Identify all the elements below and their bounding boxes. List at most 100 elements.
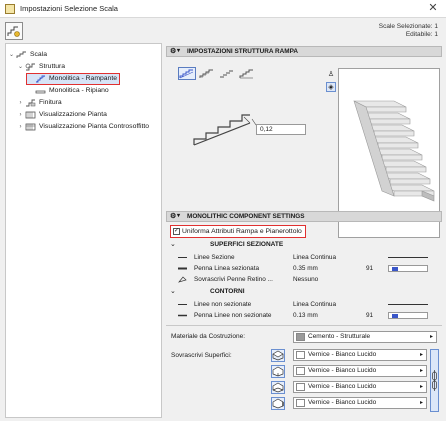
uniform-attributes-checkbox[interactable]: ✓ Uniforma Attributi Rampa e Pianerottol… <box>170 225 306 238</box>
prop-value[interactable]: Linea Continua <box>293 300 336 309</box>
view-user-icon[interactable]: ♙ <box>326 70 336 80</box>
tree-item-visualizzazione-controsoffitto[interactable]: › Visualizzazione Pianta Controsoffitto <box>17 122 149 132</box>
surface-value: Vernice - Bianco Lucido <box>308 399 377 406</box>
cut-section-collapse-icon[interactable]: ⌄ <box>170 240 176 248</box>
prop-value[interactable]: Nessuno <box>293 275 318 284</box>
line-preview <box>388 257 428 258</box>
component-section-header[interactable]: ▾ ⚙ MONOLITHIC COMPONENT SETTINGS <box>166 211 442 222</box>
expand-arrow-icon[interactable]: ⌄ <box>17 62 24 72</box>
outline-title: CONTORNI <box>210 288 245 295</box>
tree-item-monolitica-ripiano[interactable]: Monolitica - Ripiano <box>27 86 109 96</box>
expand-arrow-icon[interactable]: ⌄ <box>8 50 15 60</box>
prop-row-uncut-pen[interactable]: Penna Linee non sezionate 0.13 mm 91 <box>178 311 436 320</box>
pen-color-swatch[interactable] <box>388 312 428 319</box>
pen-icon <box>178 314 187 317</box>
tree-item-scala[interactable]: ⌄ Scala <box>8 50 47 60</box>
pen-number[interactable]: 91 <box>366 311 373 320</box>
material-label: Materiale da Costruzione: <box>171 333 246 340</box>
top-face-icon <box>272 350 284 361</box>
outline-section-collapse-icon[interactable]: ⌄ <box>170 287 176 295</box>
prop-value[interactable]: Linea Continua <box>293 253 336 262</box>
line-type-icon <box>178 304 187 305</box>
prop-value[interactable]: 0.13 mm <box>293 311 318 320</box>
settings-tree: ⌄ Scala ⌄ Struttura Monolitica - Rampant… <box>5 43 162 418</box>
pen-number[interactable]: 91 <box>366 264 373 273</box>
prop-label: Sovrascrivi Penne Retino ... <box>194 276 273 283</box>
stair-type-cantilever-button[interactable] <box>218 67 236 80</box>
stair-type-beam-button[interactable] <box>238 67 256 80</box>
prop-value[interactable]: 0.35 mm <box>293 264 318 273</box>
chain-link-icon <box>432 370 437 391</box>
paint-swatch-icon <box>296 351 305 359</box>
dropdown-arrow-icon: ▸ <box>419 352 423 358</box>
concrete-swatch-icon <box>296 333 305 341</box>
collapsed-arrow-icon[interactable]: › <box>17 98 24 108</box>
pen-color-swatch[interactable] <box>388 265 428 272</box>
line-type-icon <box>178 257 187 258</box>
prop-row-uncut-lines[interactable]: Linee non sezionate Linea Continua <box>178 300 436 309</box>
surface-dropdown-3[interactable]: Vernice - Bianco Lucido ▸ <box>293 381 427 393</box>
structure-header-title: IMPOSTAZIONI STRUTTURA RAMPA <box>187 48 298 55</box>
beam-stair-icon <box>239 69 253 79</box>
tree-item-monolitica-rampante[interactable]: Monolitica - Rampante <box>26 73 120 85</box>
close-button[interactable]: ✕ <box>426 2 440 15</box>
editable-count: Editabile: 1 <box>405 31 438 38</box>
surface-value: Vernice - Bianco Lucido <box>308 383 377 390</box>
tree-item-label: Visualizzazione Pianta <box>39 111 107 118</box>
pen-icon <box>178 267 187 270</box>
material-value: Cemento - Strutturale <box>308 333 371 340</box>
paint-swatch-icon <box>296 367 305 375</box>
collapsed-arrow-icon[interactable]: › <box>17 110 24 120</box>
side-face-icon <box>272 366 284 377</box>
checkbox-checked-icon[interactable]: ✓ <box>173 228 180 235</box>
selection-toolbar: Scale Selezionate: 1 Editabile: 1 <box>0 18 446 42</box>
title-bar: Impostazioni Selezione Scala ✕ <box>0 0 446 18</box>
stair-type-monolithic-button[interactable] <box>178 67 196 80</box>
tree-item-label: Visualizzazione Pianta Controsoffitto <box>39 123 150 130</box>
finish-icon <box>26 99 36 107</box>
override-top-face-button[interactable] <box>271 349 285 362</box>
paint-swatch-icon <box>296 383 305 391</box>
collapse-triangle-icon[interactable]: ▾ <box>177 47 180 56</box>
override-bottom-face-button[interactable] <box>271 381 285 394</box>
tree-item-label: Scala <box>30 51 48 58</box>
landing-icon <box>35 90 46 94</box>
line-preview <box>388 304 428 305</box>
prop-label: Linee Sezione <box>194 254 235 261</box>
structure-section-header[interactable]: ▾ ⚙ IMPOSTAZIONI STRUTTURA RAMPA <box>166 46 442 57</box>
surface-value: Vernice - Bianco Lucido <box>308 367 377 374</box>
dropdown-arrow-icon: ▸ <box>419 400 423 406</box>
tree-item-label: Finitura <box>39 99 62 106</box>
view-3d-icon[interactable]: ◈ <box>326 82 336 92</box>
collapsed-arrow-icon[interactable]: › <box>17 122 24 132</box>
fill-pen-icon <box>178 276 187 283</box>
override-edge-face-button[interactable] <box>271 397 285 410</box>
paint-swatch-icon <box>296 399 305 407</box>
surface-dropdown-1[interactable]: Vernice - Bianco Lucido ▸ <box>293 349 427 361</box>
tree-item-struttura[interactable]: ⌄ Struttura <box>17 62 65 72</box>
link-surfaces-toggle[interactable] <box>430 349 439 412</box>
cantilever-stair-icon <box>220 70 233 78</box>
tree-item-label: Monolitica - Rampante <box>49 75 117 82</box>
dropdown-arrow-icon: ▸ <box>419 384 423 390</box>
collapse-triangle-icon[interactable]: ▾ <box>177 212 180 221</box>
thickness-input[interactable]: 0,12 <box>256 124 306 135</box>
surface-dropdown-2[interactable]: Vernice - Bianco Lucido ▸ <box>293 365 427 377</box>
prop-row-fill-pens[interactable]: Sovrascrivi Penne Retino ... Nessuno <box>178 275 436 284</box>
material-dropdown[interactable]: Cemento - Strutturale ▸ <box>293 331 437 343</box>
window-title: Impostazioni Selezione Scala <box>20 4 118 13</box>
prop-row-cut-pen[interactable]: Penna Linea sezionata 0.35 mm 91 <box>178 264 436 273</box>
tree-item-visualizzazione-pianta[interactable]: › Visualizzazione Pianta <box>17 110 107 120</box>
monolithic-stair-icon <box>179 69 194 79</box>
stair-app-icon <box>5 4 15 14</box>
surface-dropdown-4[interactable]: Vernice - Bianco Lucido ▸ <box>293 397 427 409</box>
flight-icon <box>35 75 46 83</box>
plan-icon <box>25 111 36 119</box>
override-side-face-button[interactable] <box>271 365 285 378</box>
tree-item-finitura[interactable]: › Finitura <box>17 98 62 108</box>
prop-row-cut-lines[interactable]: Linee Sezione Linea Continua <box>178 253 436 262</box>
favorites-button[interactable] <box>5 22 23 40</box>
tree-item-label: Monolitica - Ripiano <box>49 87 109 94</box>
stair-type-stringer-button[interactable] <box>198 67 216 80</box>
prop-label: Penna Linee non sezionate <box>194 312 272 319</box>
